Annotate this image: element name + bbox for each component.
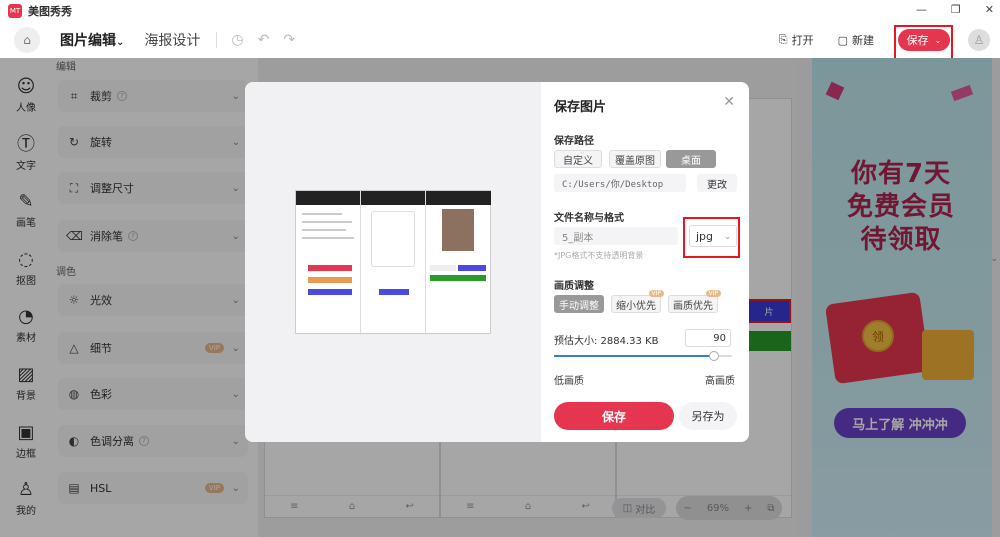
home-icon: ⌂ (23, 33, 31, 47)
redo-icon[interactable]: ↷ (283, 32, 295, 48)
main-toolbar: ⌂ 图片编辑⌄ 海报设计 ◷ ↶ ↷ ⎘ 打开 ▢ 新建 保存 ⌄ ♙ (0, 22, 1000, 58)
filename-format-label: 文件名称与格式 (554, 213, 624, 224)
quality-option-quality[interactable]: 画质优先 VIP (668, 290, 721, 313)
maximize-icon[interactable]: ❐ (951, 3, 961, 16)
preview-text (302, 213, 342, 215)
vip-badge: VIP (648, 290, 664, 297)
user-icon: ♙ (973, 33, 985, 47)
save-dialog: 保存图片 ✕ 保存路径 自定义 覆盖原图 桌面 C:/Users/你/Deskt… (245, 82, 749, 442)
path-option-custom[interactable]: 自定义 (554, 150, 602, 168)
app-title: 美图秀秀 (28, 5, 72, 18)
dialog-save-button[interactable]: 保存 (554, 402, 674, 430)
tab-image-edit[interactable]: 图片编辑⌄ (60, 30, 124, 50)
low-quality-label: 低画质 (554, 376, 584, 387)
preview-button (308, 289, 352, 295)
open-button[interactable]: ⎘ 打开 (779, 32, 814, 48)
title-bar: MT 美图秀秀 — ❐ ✕ (0, 0, 1000, 22)
path-option-desktop[interactable]: 桌面 (666, 150, 716, 168)
preview-text (302, 237, 354, 239)
home-button[interactable]: ⌂ (14, 27, 40, 53)
quality-slider-thumb[interactable] (709, 351, 720, 361)
path-field[interactable]: C:/Users/你/Desktop (554, 174, 686, 192)
new-file-icon: ▢ (837, 33, 848, 47)
open-label: 打开 (791, 34, 814, 47)
close-icon[interactable]: ✕ (985, 3, 994, 16)
preview-card (371, 211, 415, 267)
close-icon[interactable]: ✕ (723, 94, 735, 110)
preview-column (361, 191, 426, 335)
preview-button (379, 289, 409, 295)
preview-button (308, 277, 352, 283)
preview-header (361, 191, 425, 205)
format-hint: *JPG格式不支持透明背景 (554, 251, 644, 260)
quality-option-size[interactable]: 缩小优先 VIP (611, 290, 664, 313)
tab-poster-design[interactable]: 海报设计 (144, 30, 200, 50)
filename-field[interactable]: 5_副本 (554, 227, 678, 245)
format-highlight-box (683, 217, 740, 258)
preview-area (245, 82, 541, 442)
preview-image (295, 190, 491, 335)
new-button[interactable]: ▢ 新建 (838, 32, 874, 48)
preview-column (296, 191, 361, 335)
undo-icon[interactable]: ↶ (258, 32, 270, 48)
save-highlight-box (894, 25, 953, 62)
high-quality-label: 高画质 (705, 376, 735, 387)
quality-slider[interactable] (554, 351, 732, 361)
path-option-overwrite[interactable]: 覆盖原图 (609, 150, 661, 168)
quality-value-input[interactable]: 90 (685, 329, 731, 347)
preview-text (302, 221, 352, 223)
estimated-size: 预估大小: 2884.33 KB (554, 336, 659, 347)
quality-slider-fill (554, 355, 715, 357)
preview-button (430, 265, 456, 271)
chevron-down-icon: ⌄ (116, 37, 125, 48)
preview-header (296, 191, 360, 205)
preview-text (302, 229, 346, 231)
quality-option-label: 缩小优先 (616, 300, 656, 312)
preview-button (308, 265, 352, 271)
dialog-title: 保存图片 (554, 100, 607, 115)
open-icon: ⎘ (778, 33, 788, 46)
minimize-icon[interactable]: — (916, 3, 927, 16)
history-icon[interactable]: ◷ (231, 32, 243, 48)
preview-column (426, 191, 491, 335)
quality-option-manual[interactable]: 手动调整 (554, 295, 604, 313)
new-label: 新建 (852, 34, 874, 47)
save-as-button[interactable]: 另存为 (679, 402, 737, 430)
vip-badge: VIP (705, 290, 721, 297)
avatar[interactable]: ♙ (968, 29, 990, 51)
preview-button (458, 265, 486, 271)
app-logo: MT (8, 4, 22, 18)
preview-header (426, 191, 491, 205)
toolbar-divider (216, 32, 218, 48)
save-path-label: 保存路径 (554, 136, 594, 147)
preview-photo (442, 209, 474, 251)
preview-button (430, 275, 486, 281)
change-path-button[interactable]: 更改 (697, 174, 737, 192)
quality-option-label: 画质优先 (673, 300, 713, 312)
quality-label: 画质调整 (554, 281, 594, 292)
window-controls: — ❐ ✕ (916, 3, 994, 16)
